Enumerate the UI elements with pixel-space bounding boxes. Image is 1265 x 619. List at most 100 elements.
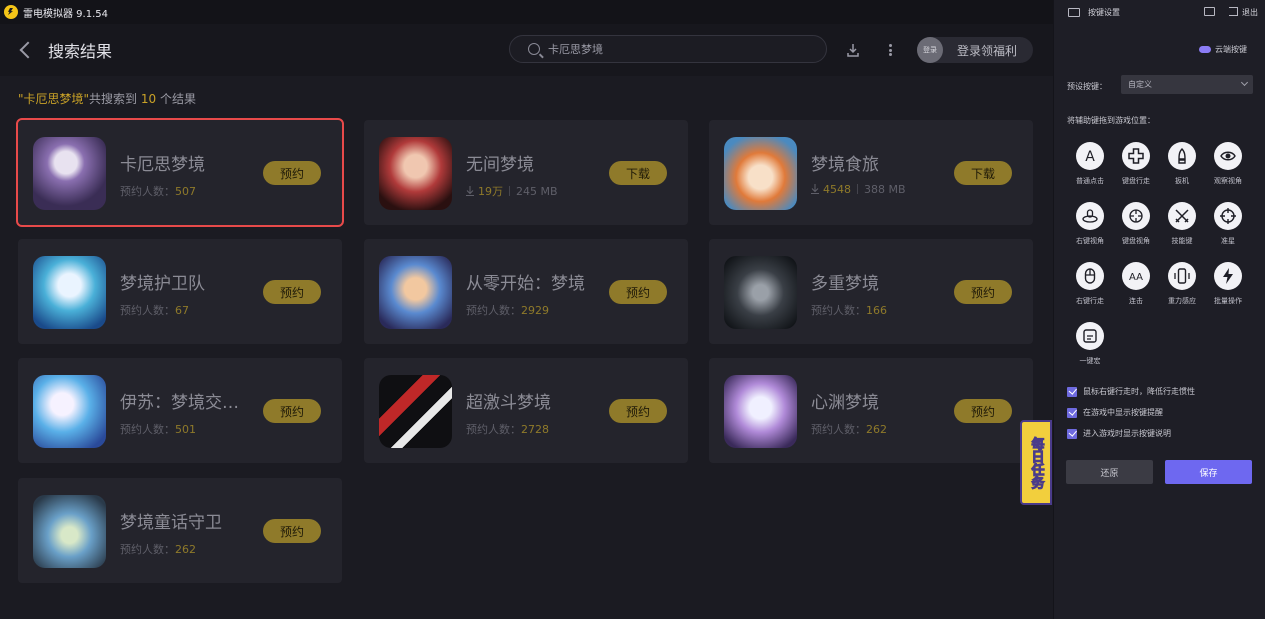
bullet-icon[interactable] bbox=[1168, 142, 1196, 170]
assist-key-label: 扳机 bbox=[1175, 177, 1189, 185]
search-input[interactable] bbox=[548, 42, 798, 56]
exit-button[interactable]: 退出 bbox=[1242, 7, 1258, 18]
assist-key[interactable]: 键盘视角 bbox=[1114, 202, 1158, 246]
panel-header: 按键设置 退出 bbox=[1054, 0, 1265, 24]
keyboard-view-icon[interactable] bbox=[1122, 202, 1150, 230]
assist-key[interactable]: 观察视角 bbox=[1206, 142, 1250, 186]
assist-key[interactable]: AA 连击 bbox=[1114, 262, 1158, 306]
macro-icon[interactable] bbox=[1076, 322, 1104, 350]
option-checkbox[interactable]: 在游戏中显示按键提醒 bbox=[1067, 407, 1163, 418]
key-settings-panel: 按键设置 退出 云端按键 预设按键： 自定义 将辅助键拖到游戏位置： A 普通点击… bbox=[1053, 0, 1265, 619]
assist-key[interactable]: 键盘行走 bbox=[1114, 142, 1158, 186]
dpad-icon[interactable] bbox=[1122, 142, 1150, 170]
download-button[interactable]: 下载 bbox=[954, 161, 1012, 185]
reserve-button[interactable]: 预约 bbox=[263, 280, 321, 304]
assist-key-label: 键盘行走 bbox=[1122, 177, 1150, 185]
game-card[interactable]: 无间梦境 19万 245 MB 下载 bbox=[364, 120, 688, 225]
game-icon[interactable] bbox=[724, 375, 797, 448]
checkbox-checked-icon[interactable] bbox=[1067, 386, 1077, 397]
game-card[interactable]: 从零开始：梦境 预约人数：2929 预约 bbox=[364, 239, 688, 344]
game-card[interactable]: 梦境食旅 4548 388 MB 下载 bbox=[709, 120, 1033, 225]
game-name[interactable]: 梦境护卫队 bbox=[120, 269, 205, 294]
game-icon[interactable] bbox=[724, 137, 797, 210]
reserve-button[interactable]: 预约 bbox=[263, 399, 321, 423]
download-count-icon bbox=[811, 184, 819, 194]
reserve-count: 67 bbox=[175, 304, 189, 317]
download-manager-icon[interactable] bbox=[846, 43, 860, 57]
reserve-button[interactable]: 预约 bbox=[954, 399, 1012, 423]
assist-key[interactable]: 批量操作 bbox=[1206, 262, 1250, 306]
game-icon[interactable] bbox=[33, 375, 106, 448]
assist-key[interactable]: 右键行走 bbox=[1068, 262, 1112, 306]
folder-icon[interactable] bbox=[1204, 7, 1215, 16]
restore-button[interactable]: 还原 bbox=[1066, 460, 1153, 484]
letter-a-icon[interactable]: A bbox=[1076, 142, 1104, 170]
exit-icon[interactable] bbox=[1229, 7, 1238, 16]
game-card[interactable]: 多重梦境预约人数：166 预约 bbox=[709, 239, 1033, 344]
game-card[interactable]: 心渊梦境 预约人数：262 预约 bbox=[709, 358, 1033, 463]
reserve-button[interactable]: 预约 bbox=[609, 399, 667, 423]
game-icon[interactable] bbox=[379, 137, 452, 210]
crosshair-icon[interactable] bbox=[1214, 202, 1242, 230]
game-icon[interactable] bbox=[33, 137, 106, 210]
reserve-button[interactable]: 预约 bbox=[954, 280, 1012, 304]
assist-key[interactable]: 准星 bbox=[1206, 202, 1250, 246]
game-icon[interactable] bbox=[724, 256, 797, 329]
back-arrow-icon[interactable] bbox=[19, 41, 37, 59]
assist-key[interactable]: 右键视角 bbox=[1068, 202, 1112, 246]
preset-select[interactable]: 自定义 bbox=[1121, 75, 1253, 94]
option-checkbox[interactable]: 鼠标右键行走时，降低行走惯性 bbox=[1067, 386, 1195, 397]
daily-task-badge[interactable]: 每日任务 bbox=[1020, 420, 1052, 505]
assist-key[interactable]: 技能键 bbox=[1160, 202, 1204, 246]
window-title-bar: 雷电模拟器 9.1.54 bbox=[0, 0, 1053, 24]
save-button[interactable]: 保存 bbox=[1165, 460, 1252, 484]
download-button[interactable]: 下载 bbox=[609, 161, 667, 185]
reserve-button[interactable]: 预约 bbox=[263, 161, 321, 185]
mouse-icon[interactable] bbox=[1076, 262, 1104, 290]
assist-key[interactable]: A 普通点击 bbox=[1068, 142, 1112, 186]
option-checkbox[interactable]: 进入游戏时显示按键说明 bbox=[1067, 428, 1171, 439]
game-card[interactable]: 梦境护卫队 预约人数：67 预约 bbox=[18, 239, 342, 344]
game-name[interactable]: 心渊梦境 bbox=[811, 388, 879, 413]
search-box[interactable] bbox=[509, 35, 827, 63]
game-name[interactable]: 梦境食旅 bbox=[811, 150, 879, 175]
game-icon[interactable] bbox=[33, 256, 106, 329]
game-name[interactable]: 无间梦境 bbox=[466, 150, 534, 175]
double-a-icon[interactable]: AA bbox=[1122, 262, 1150, 290]
game-name[interactable]: 从零开始：梦境 bbox=[466, 269, 585, 294]
search-icon bbox=[528, 43, 540, 55]
reserve-count-label: 预约人数： bbox=[811, 423, 866, 436]
assist-key[interactable]: 扳机 bbox=[1160, 142, 1204, 186]
game-name[interactable]: 多重梦境 bbox=[811, 269, 879, 294]
reserve-button[interactable]: 预约 bbox=[609, 280, 667, 304]
reserve-count: 507 bbox=[175, 185, 196, 198]
search-header: 搜索结果 登录 登录领福利 bbox=[0, 24, 1053, 76]
cloud-keys-button[interactable]: 云端按键 bbox=[1199, 44, 1247, 55]
assist-key[interactable]: 一键宏 bbox=[1068, 322, 1112, 366]
mouse-view-icon[interactable] bbox=[1076, 202, 1104, 230]
download-count-icon bbox=[466, 186, 474, 196]
game-card[interactable]: 卡厄思梦境 预约人数：507 预约 bbox=[16, 118, 344, 227]
assist-key[interactable]: 重力感应 bbox=[1160, 262, 1204, 306]
game-icon[interactable] bbox=[379, 375, 452, 448]
eye-icon[interactable] bbox=[1214, 142, 1242, 170]
game-card[interactable]: 梦境童话守卫 预约人数：262 预约 bbox=[18, 478, 342, 583]
login-button[interactable]: 登录 登录领福利 bbox=[917, 37, 1033, 63]
phone-tilt-icon[interactable] bbox=[1168, 262, 1196, 290]
game-icon[interactable] bbox=[379, 256, 452, 329]
game-name[interactable]: 梦境童话守卫 bbox=[120, 508, 222, 533]
game-card[interactable]: 伊苏：梦境交… 预约人数：501 预约 bbox=[18, 358, 342, 463]
game-name[interactable]: 卡厄思梦境 bbox=[120, 150, 205, 175]
more-menu-icon[interactable] bbox=[885, 42, 895, 58]
reserve-button[interactable]: 预约 bbox=[263, 519, 321, 543]
game-name[interactable]: 超激斗梦境 bbox=[466, 388, 551, 413]
cloud-icon bbox=[1199, 46, 1211, 53]
game-card[interactable]: 超激斗梦境 预约人数：2728 预约 bbox=[364, 358, 688, 463]
game-icon[interactable] bbox=[33, 495, 106, 568]
game-name[interactable]: 伊苏：梦境交… bbox=[120, 388, 239, 413]
checkbox-checked-icon[interactable] bbox=[1067, 428, 1077, 439]
lightning-icon[interactable] bbox=[1214, 262, 1242, 290]
game-meta: 预约人数：166 bbox=[811, 302, 887, 318]
swords-icon[interactable] bbox=[1168, 202, 1196, 230]
checkbox-checked-icon[interactable] bbox=[1067, 407, 1077, 418]
